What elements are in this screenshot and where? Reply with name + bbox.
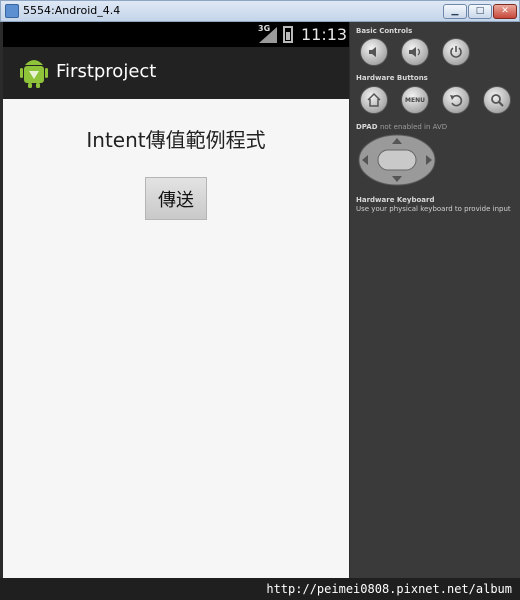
search-icon xyxy=(491,94,504,107)
emulator-window-icon xyxy=(5,4,19,18)
status-clock: 11:13 xyxy=(301,25,348,44)
window-title: 5554:Android_4.4 xyxy=(23,4,121,17)
menu-button-label: MENU xyxy=(405,96,425,104)
keyboard-hint: Use your physical keyboard to provide in… xyxy=(356,205,511,213)
page-heading: Intent傳值範例程式 xyxy=(86,128,266,152)
hardware-keyboard-label: Hardware Keyboard xyxy=(356,196,435,204)
send-button[interactable]: 傳送 xyxy=(145,177,207,220)
volume-down-button[interactable] xyxy=(360,38,388,66)
emulator-controls-panel: Basic Controls Hardware Buttons MENU DPA… xyxy=(350,22,520,578)
volume-up-icon xyxy=(409,47,421,57)
action-bar: Firstproject xyxy=(3,47,349,99)
status-bar: 3G 11:13 xyxy=(3,22,349,47)
search-button[interactable] xyxy=(483,86,511,114)
menu-button[interactable]: MENU xyxy=(401,86,429,114)
window-titlebar: 5554:Android_4.4 ▁ □ ✕ xyxy=(0,0,520,22)
battery-icon xyxy=(283,26,293,43)
back-icon xyxy=(450,94,463,107)
android-app-icon xyxy=(20,60,48,88)
dpad-control[interactable] xyxy=(358,134,436,186)
watermark-url: http://peimei0808.pixnet.net/album xyxy=(266,582,512,596)
signal-icon xyxy=(259,27,277,43)
close-button[interactable]: ✕ xyxy=(493,4,517,19)
footer-bar: http://peimei0808.pixnet.net/album xyxy=(0,578,520,600)
maximize-button[interactable]: □ xyxy=(468,4,492,19)
dpad-label: DPAD not enabled in AVD xyxy=(356,123,448,131)
basic-controls-label: Basic Controls xyxy=(356,27,413,35)
minimize-button[interactable]: ▁ xyxy=(443,4,467,19)
home-icon xyxy=(367,92,381,107)
home-button[interactable] xyxy=(360,86,388,114)
app-title: Firstproject xyxy=(56,61,157,82)
volume-down-icon xyxy=(369,47,376,57)
power-button[interactable] xyxy=(442,38,470,66)
dpad-note: not enabled in AVD xyxy=(379,123,448,131)
power-icon xyxy=(450,46,462,58)
volume-up-button[interactable] xyxy=(401,38,429,66)
back-button[interactable] xyxy=(442,86,470,114)
device-screen: 3G 11:13 Firstproject Intent傳值範例程式 傳送 xyxy=(3,22,349,578)
hardware-buttons-label: Hardware Buttons xyxy=(356,74,428,82)
